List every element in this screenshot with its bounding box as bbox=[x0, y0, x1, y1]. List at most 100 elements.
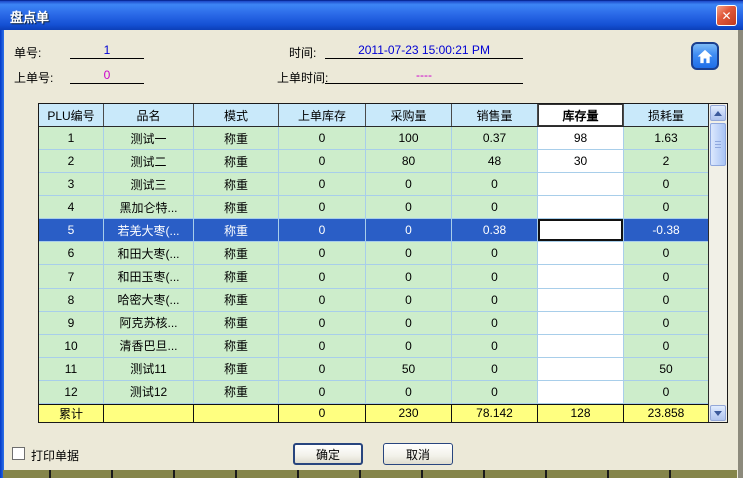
table-cell[interactable]: 黑加仑特... bbox=[104, 196, 194, 218]
table-cell[interactable]: 称重 bbox=[194, 265, 279, 287]
table-cell[interactable]: 48 bbox=[452, 150, 538, 172]
table-cell[interactable]: 0 bbox=[279, 289, 366, 311]
vertical-scrollbar[interactable] bbox=[708, 104, 727, 422]
table-cell[interactable]: 0 bbox=[279, 335, 366, 357]
table-cell[interactable]: 12 bbox=[39, 381, 104, 403]
table-cell[interactable]: 0 bbox=[279, 173, 366, 195]
table-cell[interactable] bbox=[538, 312, 624, 334]
table-cell[interactable]: 0 bbox=[452, 289, 538, 311]
table-cell[interactable]: 0 bbox=[452, 242, 538, 264]
table-row[interactable]: 3测试三称重0000 bbox=[39, 173, 708, 196]
table-cell[interactable]: 30 bbox=[538, 150, 624, 172]
table-cell[interactable]: 0 bbox=[279, 312, 366, 334]
table-cell[interactable]: 0.37 bbox=[452, 127, 538, 149]
table-cell[interactable]: 5 bbox=[39, 219, 104, 241]
scroll-down-button[interactable] bbox=[710, 405, 726, 421]
table-cell[interactable]: 0 bbox=[624, 335, 708, 357]
column-header[interactable]: 模式 bbox=[194, 104, 279, 126]
table-cell[interactable]: 称重 bbox=[194, 242, 279, 264]
table-cell[interactable] bbox=[538, 219, 624, 241]
table-cell[interactable]: 0 bbox=[624, 381, 708, 403]
table-cell[interactable]: 测试二 bbox=[104, 150, 194, 172]
table-row[interactable]: 4黑加仑特...称重0000 bbox=[39, 196, 708, 219]
scroll-up-button[interactable] bbox=[710, 105, 726, 121]
table-cell[interactable]: 阿克苏核... bbox=[104, 312, 194, 334]
table-cell[interactable]: 0 bbox=[624, 242, 708, 264]
column-header[interactable]: PLU编号 bbox=[39, 104, 104, 126]
table-cell[interactable]: 0 bbox=[279, 196, 366, 218]
table-cell[interactable]: 测试一 bbox=[104, 127, 194, 149]
table-cell[interactable]: 称重 bbox=[194, 219, 279, 241]
table-cell[interactable]: 和田玉枣(... bbox=[104, 265, 194, 287]
table-cell[interactable]: 1.63 bbox=[624, 127, 708, 149]
table-cell[interactable]: 0 bbox=[624, 312, 708, 334]
table-cell[interactable]: 0 bbox=[366, 381, 452, 403]
title-bar[interactable]: 盘点单 ✕ bbox=[0, 0, 743, 30]
table-cell[interactable]: 0 bbox=[366, 289, 452, 311]
column-header[interactable]: 库存量 bbox=[538, 104, 624, 126]
table-cell[interactable] bbox=[538, 173, 624, 195]
table-cell[interactable]: 0 bbox=[366, 265, 452, 287]
table-cell[interactable]: 0 bbox=[624, 265, 708, 287]
table-cell[interactable]: 称重 bbox=[194, 173, 279, 195]
table-cell[interactable]: 0 bbox=[366, 196, 452, 218]
table-cell[interactable]: 50 bbox=[624, 358, 708, 380]
table-cell[interactable]: 9 bbox=[39, 312, 104, 334]
table-cell[interactable]: 0 bbox=[452, 312, 538, 334]
table-cell[interactable]: 0.38 bbox=[452, 219, 538, 241]
table-cell[interactable]: 0 bbox=[624, 289, 708, 311]
table-cell[interactable] bbox=[538, 242, 624, 264]
table-cell[interactable]: 11 bbox=[39, 358, 104, 380]
table-cell[interactable]: 0 bbox=[279, 265, 366, 287]
cancel-button[interactable]: 取消 bbox=[383, 443, 453, 465]
table-cell[interactable]: 0 bbox=[279, 242, 366, 264]
table-cell[interactable]: 称重 bbox=[194, 312, 279, 334]
table-cell[interactable]: 测试12 bbox=[104, 381, 194, 403]
table-cell[interactable]: 0 bbox=[452, 358, 538, 380]
table-cell[interactable]: 50 bbox=[366, 358, 452, 380]
table-cell[interactable]: 1 bbox=[39, 127, 104, 149]
table-cell[interactable] bbox=[538, 335, 624, 357]
close-button[interactable]: ✕ bbox=[716, 5, 737, 26]
table-cell[interactable]: 0 bbox=[452, 381, 538, 403]
table-cell[interactable]: 称重 bbox=[194, 196, 279, 218]
table-cell[interactable]: 称重 bbox=[194, 381, 279, 403]
table-cell[interactable] bbox=[538, 289, 624, 311]
table-cell[interactable]: 100 bbox=[366, 127, 452, 149]
column-header[interactable]: 损耗量 bbox=[624, 104, 708, 126]
table-cell[interactable]: 测试三 bbox=[104, 173, 194, 195]
table-cell[interactable]: 6 bbox=[39, 242, 104, 264]
table-row[interactable]: 9阿克苏核...称重0000 bbox=[39, 312, 708, 335]
table-cell[interactable]: 0 bbox=[452, 173, 538, 195]
print-receipt-checkbox[interactable] bbox=[12, 447, 25, 460]
table-cell[interactable]: 0 bbox=[452, 196, 538, 218]
table-cell[interactable]: 称重 bbox=[194, 127, 279, 149]
table-cell[interactable]: 测试11 bbox=[104, 358, 194, 380]
table-cell[interactable]: 0 bbox=[452, 265, 538, 287]
table-cell[interactable] bbox=[538, 381, 624, 403]
table-cell[interactable]: 若羌大枣(... bbox=[104, 219, 194, 241]
table-cell[interactable]: 0 bbox=[366, 335, 452, 357]
table-row[interactable]: 8哈密大枣(...称重0000 bbox=[39, 289, 708, 312]
table-cell[interactable]: 0 bbox=[279, 381, 366, 403]
column-header[interactable]: 品名 bbox=[104, 104, 194, 126]
table-row[interactable]: 11测试11称重050050 bbox=[39, 358, 708, 381]
table-cell[interactable]: 0 bbox=[366, 312, 452, 334]
table-cell[interactable]: 7 bbox=[39, 265, 104, 287]
table-cell[interactable] bbox=[538, 196, 624, 218]
table-cell[interactable]: 清香巴旦... bbox=[104, 335, 194, 357]
table-cell[interactable]: -0.38 bbox=[624, 219, 708, 241]
table-row[interactable]: 7和田玉枣(...称重0000 bbox=[39, 265, 708, 288]
table-cell[interactable]: 2 bbox=[39, 150, 104, 172]
table-row[interactable]: 5若羌大枣(...称重000.38-0.38 bbox=[39, 219, 708, 242]
table-cell[interactable]: 0 bbox=[624, 173, 708, 195]
table-cell[interactable]: 10 bbox=[39, 335, 104, 357]
table-cell[interactable]: 0 bbox=[279, 219, 366, 241]
scrollbar-thumb[interactable] bbox=[710, 123, 726, 166]
table-cell[interactable]: 4 bbox=[39, 196, 104, 218]
table-cell[interactable]: 8 bbox=[39, 289, 104, 311]
table-cell[interactable]: 哈密大枣(... bbox=[104, 289, 194, 311]
table-cell[interactable]: 0 bbox=[366, 173, 452, 195]
table-row[interactable]: 2测试二称重08048302 bbox=[39, 150, 708, 173]
table-cell[interactable]: 0 bbox=[279, 150, 366, 172]
